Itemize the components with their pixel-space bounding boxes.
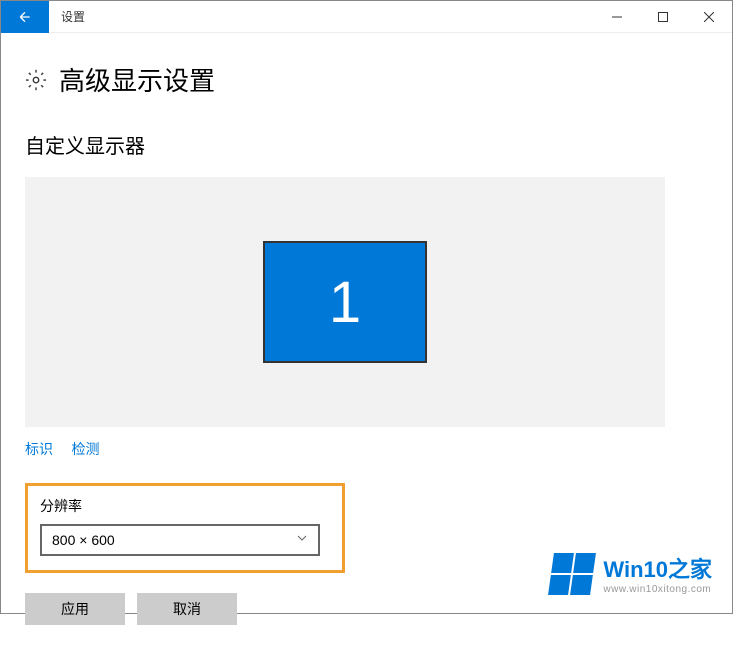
display-links: 标识 检测 [25,439,708,459]
cancel-button[interactable]: 取消 [137,593,237,625]
titlebar: 设置 [1,1,732,33]
apply-button[interactable]: 应用 [25,593,125,625]
minimize-icon [612,12,622,22]
watermark-text: Win10之家 www.win10xitong.com [603,552,712,595]
gear-icon [25,69,47,91]
minimize-button[interactable] [594,1,640,33]
watermark-url: www.win10xitong.com [603,584,712,595]
back-button[interactable] [1,1,49,33]
display-monitor-1[interactable]: 1 [263,241,427,363]
resolution-dropdown[interactable]: 800 × 600 [40,524,320,556]
window-controls [594,1,732,33]
page-title: 高级显示设置 [59,61,215,98]
resolution-label: 分辨率 [40,496,330,516]
display-preview-area: 1 [25,177,665,427]
app-title: 设置 [61,8,85,25]
chevron-down-icon [296,531,308,549]
action-buttons: 应用 取消 [25,593,708,625]
identify-link[interactable]: 标识 [25,441,53,457]
watermark: Win10之家 www.win10xitong.com [551,552,712,595]
close-icon [704,12,714,22]
maximize-icon [658,12,668,22]
close-button[interactable] [686,1,732,33]
resolution-selected-value: 800 × 600 [52,532,115,548]
display-number: 1 [329,269,361,336]
watermark-brand: Win10之家 [603,552,712,584]
arrow-left-icon [17,9,33,25]
maximize-button[interactable] [640,1,686,33]
windows-logo-icon [548,553,596,595]
detect-link[interactable]: 检测 [71,441,99,457]
section-title: 自定义显示器 [25,130,708,159]
page-header: 高级显示设置 [25,61,708,98]
resolution-section: 分辨率 800 × 600 [25,483,345,573]
